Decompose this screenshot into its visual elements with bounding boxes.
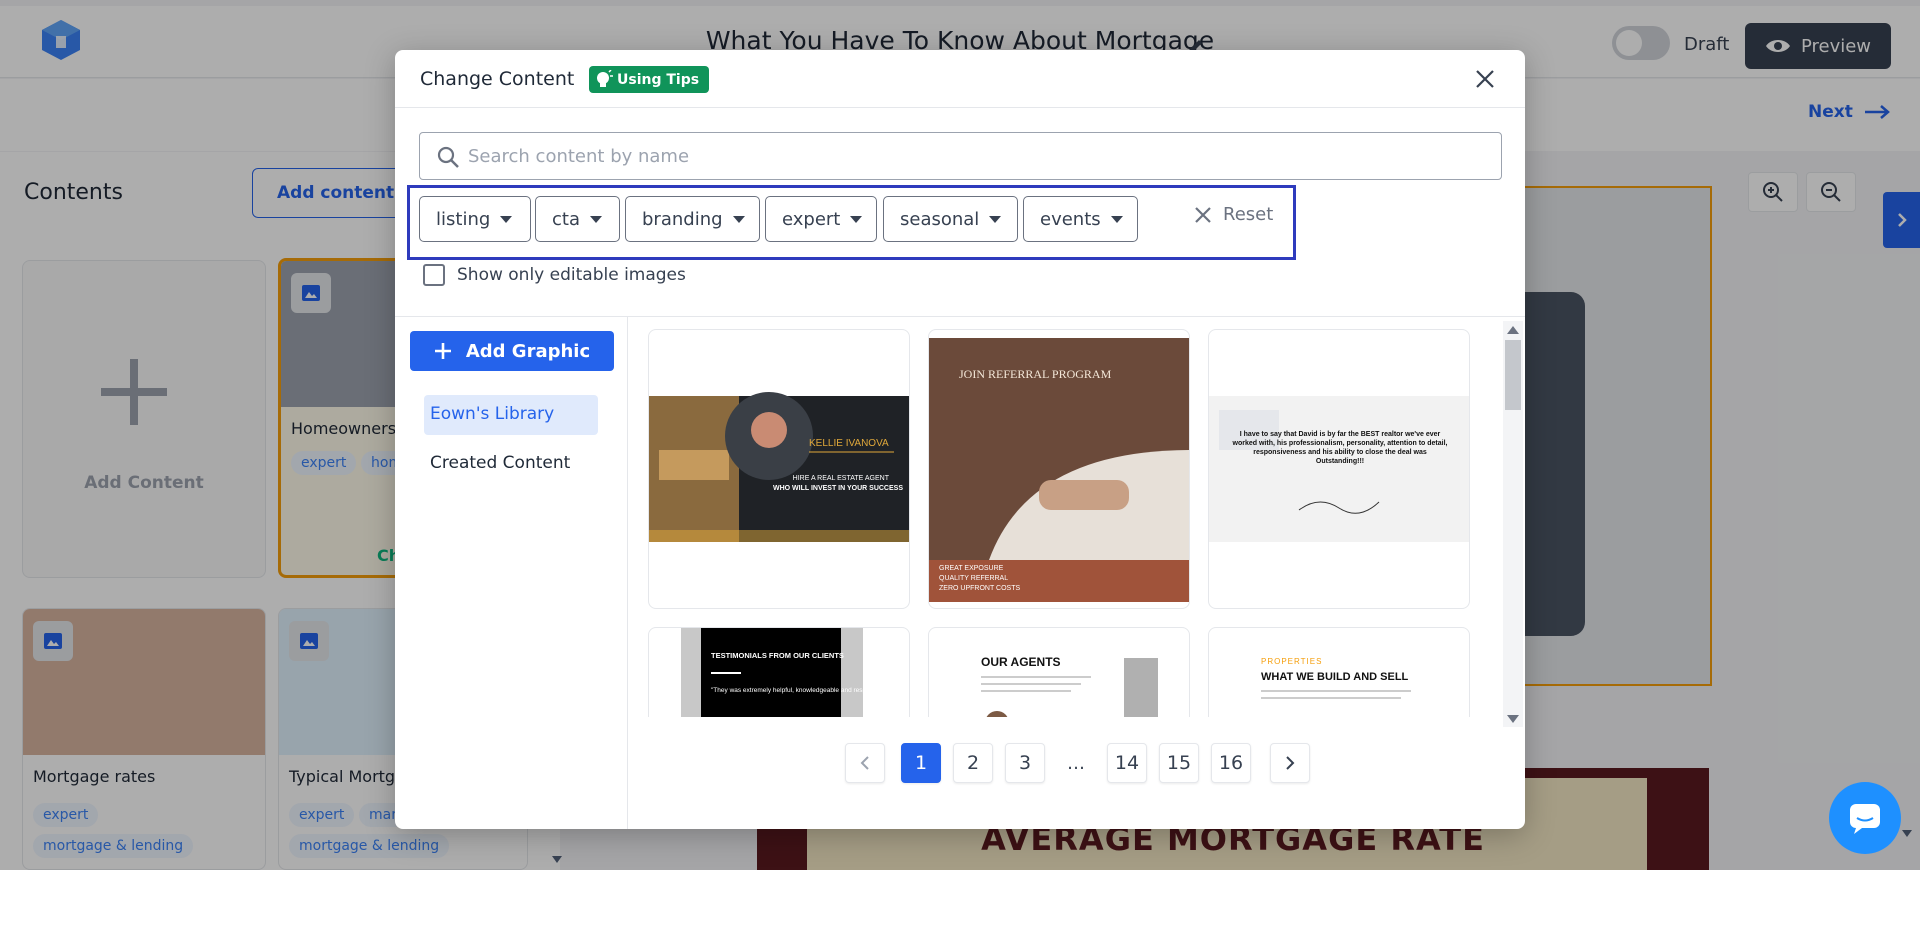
graphic-tile[interactable]: PROPERTIES WHAT WE BUILD AND SELL: [1208, 627, 1470, 717]
graphic-thumbnail: OUR AGENTS: [981, 655, 1158, 717]
caret-down-icon: [732, 215, 745, 223]
graphic-name: WHAT WE BUILD AND SELL: [1261, 671, 1409, 683]
graphic-thumbnail: JOIN REFERRAL PROGRAM GREAT EXPOSURE QUA…: [929, 338, 1189, 602]
caret-down-icon: [500, 215, 513, 223]
graphic-thumbnail: I have to say that David is by far the B…: [1209, 396, 1469, 542]
graphic-tile[interactable]: TESTIMONIALS FROM OUR CLIENTS "They was …: [648, 627, 910, 717]
graphic-name: TESTIMONIALS FROM OUR CLIENTS: [711, 651, 844, 660]
page-button[interactable]: 14: [1107, 743, 1147, 783]
prev-page-button[interactable]: [845, 743, 885, 783]
library-eowns[interactable]: Eown's Library: [424, 395, 598, 435]
page-button[interactable]: 2: [953, 743, 993, 783]
filter-listing[interactable]: listing: [419, 196, 531, 242]
page-button[interactable]: 16: [1211, 743, 1251, 783]
search-input[interactable]: [468, 133, 1488, 179]
caret-down-icon: [1110, 215, 1123, 223]
search-field: [419, 132, 1502, 180]
chat-support-button[interactable]: [1829, 782, 1901, 854]
graphic-thumbnail: TESTIMONIALS FROM OUR CLIENTS "They was …: [681, 628, 885, 717]
filter-seasonal[interactable]: seasonal: [883, 196, 1018, 242]
scroll-down-icon[interactable]: [1507, 715, 1519, 723]
grid-scrollbar-thumb[interactable]: [1505, 340, 1521, 410]
graphic-line: QUALITY REFERRAL: [939, 575, 1008, 582]
next-page-button[interactable]: [1270, 743, 1310, 783]
graphic-line: HIRE A REAL ESTATE AGENT: [793, 475, 890, 482]
change-content-modal: Change Content Using Tips listing cta br…: [395, 50, 1525, 829]
graphic-tile[interactable]: JOIN REFERRAL PROGRAM GREAT EXPOSURE QUA…: [928, 329, 1190, 609]
filter-label: seasonal: [900, 208, 980, 230]
close-icon: [1195, 206, 1211, 223]
graphic-name: KELLIE IVANOVA: [809, 438, 889, 449]
editable-only-checkbox[interactable]: [423, 264, 445, 286]
chat-icon: [1850, 804, 1880, 834]
graphic-name: OUR AGENTS: [981, 655, 1061, 669]
chevron-right-icon: [1286, 756, 1295, 770]
filter-label: cta: [552, 208, 580, 230]
graphic-line: ZERO UPFRONT COSTS: [939, 585, 1020, 592]
scroll-down-icon[interactable]: [552, 856, 562, 863]
modal-title: Change Content: [420, 68, 575, 90]
library-created-content[interactable]: Created Content: [424, 444, 598, 484]
graphic-line: WHO WILL INVEST IN YOUR SUCCESS: [773, 485, 903, 492]
reset-filters-button[interactable]: Reset: [1193, 204, 1273, 225]
caret-down-icon: [850, 215, 863, 223]
scroll-up-icon[interactable]: [1507, 326, 1519, 334]
chevron-left-icon: [860, 756, 869, 770]
editable-only-label: Show only editable images: [457, 265, 686, 285]
page-button[interactable]: 1: [901, 743, 941, 783]
graphic-line: GREAT EXPOSURE: [939, 565, 1004, 572]
filter-cta[interactable]: cta: [535, 196, 620, 242]
search-icon: [437, 146, 459, 168]
graphic-tile[interactable]: KELLIE IVANOVA HIRE A REAL ESTATE AGENT …: [648, 329, 910, 609]
filter-label: listing: [436, 208, 491, 230]
scroll-down-icon[interactable]: [1902, 830, 1912, 837]
plus-icon: [434, 343, 451, 359]
filter-expert[interactable]: expert: [765, 196, 877, 242]
filter-label: events: [1040, 208, 1101, 230]
graphic-tile[interactable]: OUR AGENTS: [928, 627, 1190, 717]
using-tips-label: Using Tips: [617, 71, 700, 88]
editable-only-option[interactable]: Show only editable images: [423, 264, 686, 286]
graphics-grid: KELLIE IVANOVA HIRE A REAL ESTATE AGENT …: [628, 317, 1525, 717]
page-ellipsis: …: [1067, 753, 1085, 774]
graphic-tile[interactable]: I have to say that David is by far the B…: [1208, 329, 1470, 609]
page-button[interactable]: 3: [1005, 743, 1045, 783]
modal-header: Change Content Using Tips: [395, 50, 1525, 108]
graphic-line: "They was extremely helpful, knowledgeab…: [711, 687, 885, 694]
lightbulb-icon: [597, 69, 613, 87]
graphic-name: JOIN REFERRAL PROGRAM: [959, 367, 1112, 381]
add-graphic-label: Add Graphic: [465, 340, 591, 362]
caret-down-icon: [989, 215, 1002, 223]
using-tips-button[interactable]: Using Tips: [589, 66, 710, 93]
caret-down-icon: [589, 215, 602, 223]
close-icon[interactable]: [1472, 66, 1498, 92]
graphic-line: PROPERTIES: [1261, 657, 1322, 666]
graphic-line: I have to say that David is by far the B…: [1232, 431, 1448, 465]
add-graphic-button[interactable]: Add Graphic: [410, 331, 614, 371]
filter-label: branding: [642, 208, 723, 230]
filter-branding[interactable]: branding: [625, 196, 760, 242]
graphic-thumbnail: PROPERTIES WHAT WE BUILD AND SELL: [1261, 657, 1411, 699]
page-button[interactable]: 15: [1159, 743, 1199, 783]
filter-events[interactable]: events: [1023, 196, 1138, 242]
graphic-thumbnail: KELLIE IVANOVA HIRE A REAL ESTATE AGENT …: [649, 392, 909, 542]
reset-label: Reset: [1223, 204, 1274, 225]
filter-label: expert: [782, 208, 841, 230]
